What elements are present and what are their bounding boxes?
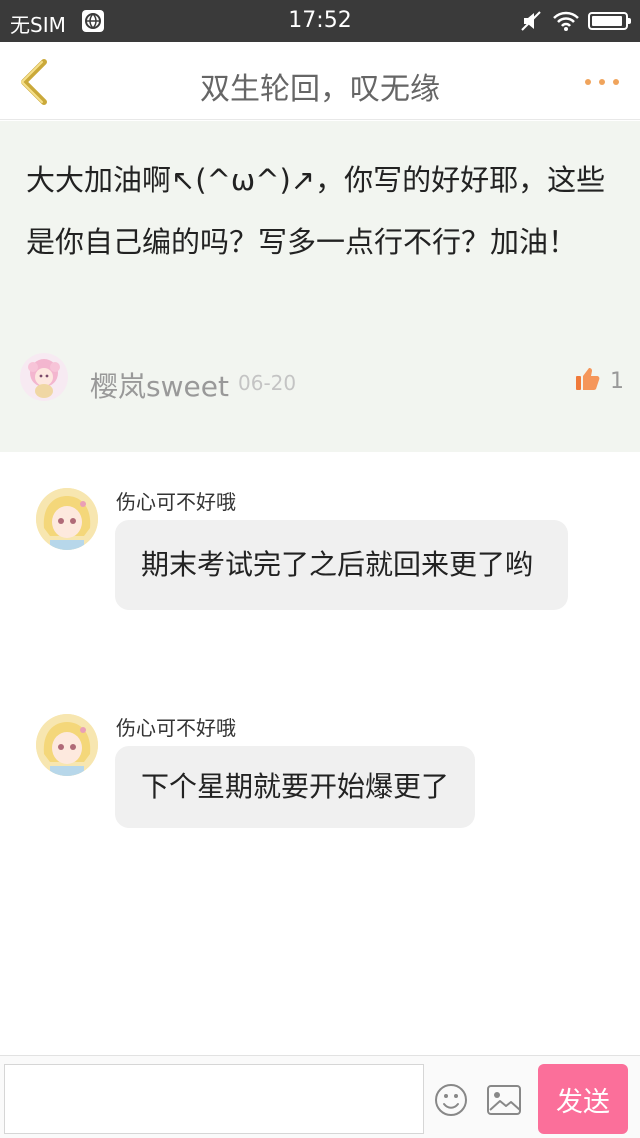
comment-text: 大大加油啊↖(^ω^)↗，你写的好好耶，这些是你自己编的吗？写多一点行不行？加油… <box>26 163 606 259</box>
reply-bubble: 下个星期就要开始爆更了 <box>115 746 476 828</box>
avatar[interactable] <box>20 353 68 401</box>
reply-author[interactable]: 伤心可不好哦 <box>116 712 236 741</box>
mute-icon <box>520 10 542 36</box>
page-title: 双生轮回，叹无缘 <box>200 72 440 107</box>
reply-bubble: 期末考试完了之后就回来更了哟 <box>115 520 568 610</box>
like-count: 1 <box>610 369 624 394</box>
emoji-icon <box>435 1084 467 1116</box>
more-dots-icon <box>585 79 591 85</box>
chevron-left-icon <box>21 59 47 105</box>
status-bar: 无SIM 17:52 <box>0 0 640 42</box>
send-button[interactable]: 发送 <box>538 1064 628 1134</box>
comment-author[interactable]: 樱岚sweet <box>90 365 229 405</box>
message-input[interactable] <box>4 1064 424 1134</box>
thumbs-up-icon <box>576 368 600 390</box>
reply-author[interactable]: 伤心可不好哦 <box>116 486 236 515</box>
more-button[interactable] <box>574 64 624 100</box>
image-button[interactable] <box>486 1084 522 1116</box>
like-button[interactable]: 1 <box>574 365 630 399</box>
back-button[interactable] <box>12 56 62 106</box>
main-comment: 大大加油啊↖(^ω^)↗，你写的好好耶，这些是你自己编的吗？写多一点行不行？加油… <box>0 121 640 452</box>
avatar[interactable] <box>36 488 98 550</box>
wifi-icon <box>552 10 580 36</box>
image-icon <box>487 1085 521 1115</box>
battery-level <box>592 16 622 26</box>
battery-icon <box>588 12 631 30</box>
header: 双生轮回，叹无缘 <box>0 42 640 120</box>
composer: 发送 <box>0 1055 640 1138</box>
emoji-button[interactable] <box>433 1082 469 1118</box>
comment-date: 06-20 <box>238 371 297 395</box>
avatar[interactable] <box>36 714 98 776</box>
clock: 17:52 <box>288 8 352 33</box>
